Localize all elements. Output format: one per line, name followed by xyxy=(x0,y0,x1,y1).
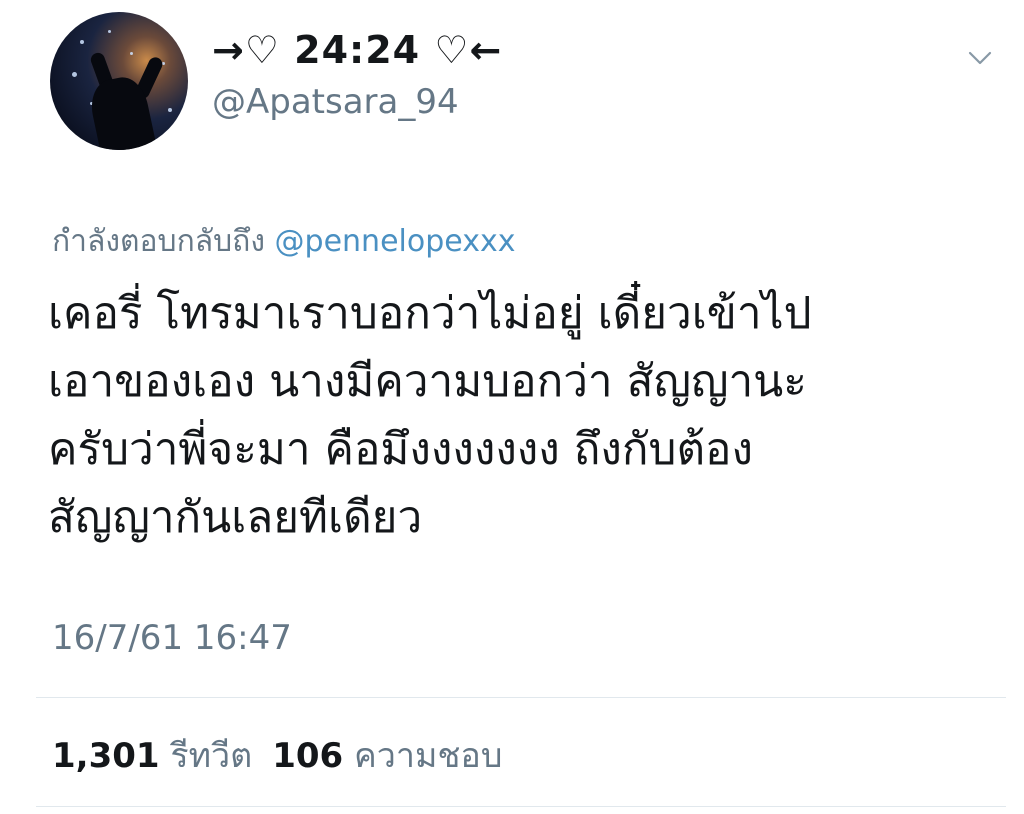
chevron-down-icon[interactable] xyxy=(962,40,998,76)
likes-label: ความชอบ xyxy=(354,736,503,776)
tweet-detail: →♡ 24:24 ♡← @Apatsara_94 กำลังตอบกลับถึง… xyxy=(0,0,1024,814)
replying-to: กำลังตอบกลับถึง @pennelopexxx xyxy=(52,218,515,265)
tweet-timestamp[interactable]: 16/7/61 16:47 xyxy=(52,618,292,658)
retweets-label: รีทวีต xyxy=(170,736,253,776)
tweet-text-line: เคอรี่ โทรมาเราบอกว่าไม่อยู่ เดี๋ยวเข้าไ… xyxy=(48,288,812,339)
avatar[interactable] xyxy=(50,12,188,150)
user-handle[interactable]: @Apatsara_94 xyxy=(212,82,459,122)
display-name[interactable]: →♡ 24:24 ♡← xyxy=(212,28,502,72)
tweet-stats: 1,301 รีทวีต 106 ความชอบ xyxy=(52,728,502,782)
divider xyxy=(36,806,1006,807)
reply-mention-link[interactable]: @pennelopexxx xyxy=(275,224,516,259)
likes-stat[interactable]: 106 ความชอบ xyxy=(272,736,502,776)
tweet-text-line: สัญญากันเลยทีเดียว xyxy=(48,492,423,543)
reply-prefix: กำลังตอบกลับถึง xyxy=(52,224,265,259)
tweet-text: เคอรี่ โทรมาเราบอกว่าไม่อยู่ เดี๋ยวเข้าไ… xyxy=(48,280,998,552)
tweet-text-line: ครับว่าพี่จะมา คือมึงงงงงงง ถึงกับต้อง xyxy=(48,424,753,475)
likes-count: 106 xyxy=(272,736,344,776)
tweet-text-line: เอาของเอง นางมีความบอกว่า สัญญานะ xyxy=(48,356,807,407)
retweets-stat[interactable]: 1,301 รีทวีต xyxy=(52,736,252,776)
retweets-count: 1,301 xyxy=(52,736,160,776)
divider xyxy=(36,697,1006,698)
